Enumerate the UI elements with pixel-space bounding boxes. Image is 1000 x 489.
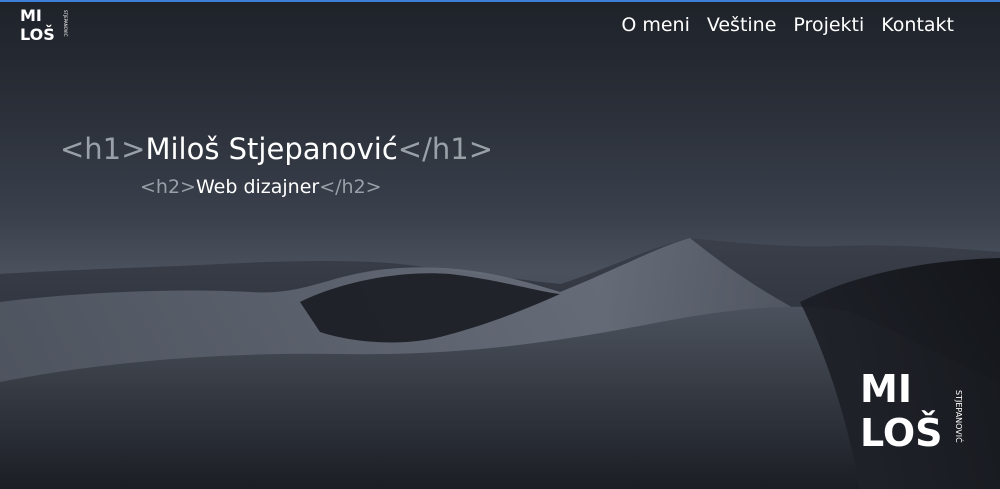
h2-open-tag: <h2> [140, 176, 196, 198]
h2-close-tag: </h2> [319, 176, 382, 198]
nav-item-vestine[interactable]: Veštine [707, 14, 777, 36]
logo-small-side-text: STJEPANOVIĆ [63, 10, 68, 37]
nav-item-kontakt[interactable]: Kontakt [881, 14, 954, 36]
logo-small[interactable]: MI LOŠ STJEPANOVIĆ [20, 6, 72, 46]
logo-large-line1: MI [860, 367, 912, 411]
logo-small-line2: LOŠ [20, 25, 55, 44]
desert-dunes-background [0, 238, 1000, 489]
h1-open-tag: <h1> [60, 132, 146, 166]
hero-subtitle: <h2>Web dizajner</h2> [140, 176, 382, 198]
logo-large: MI LOŠ STJEPANOVIĆ [860, 367, 965, 455]
logo-small-line1: MI [20, 6, 42, 25]
hero-name: Miloš Stjepanović [145, 132, 398, 166]
nav-item-o-meni[interactable]: O meni [621, 14, 690, 36]
logo-large-side-text: STJEPANOVIĆ [954, 390, 965, 443]
nav-item-projekti[interactable]: Projekti [793, 14, 864, 36]
h1-close-tag: </h1> [397, 132, 493, 166]
hero-section: MI LOŠ STJEPANOVIĆ O meni Veštine Projek… [0, 0, 1000, 489]
logo-large-line2: LOŠ [860, 411, 943, 455]
hero-role: Web dizajner [195, 176, 320, 198]
main-nav: O meni Veštine Projekti Kontakt [621, 14, 954, 36]
hero-title: <h1>Miloš Stjepanović</h1> [60, 132, 493, 166]
